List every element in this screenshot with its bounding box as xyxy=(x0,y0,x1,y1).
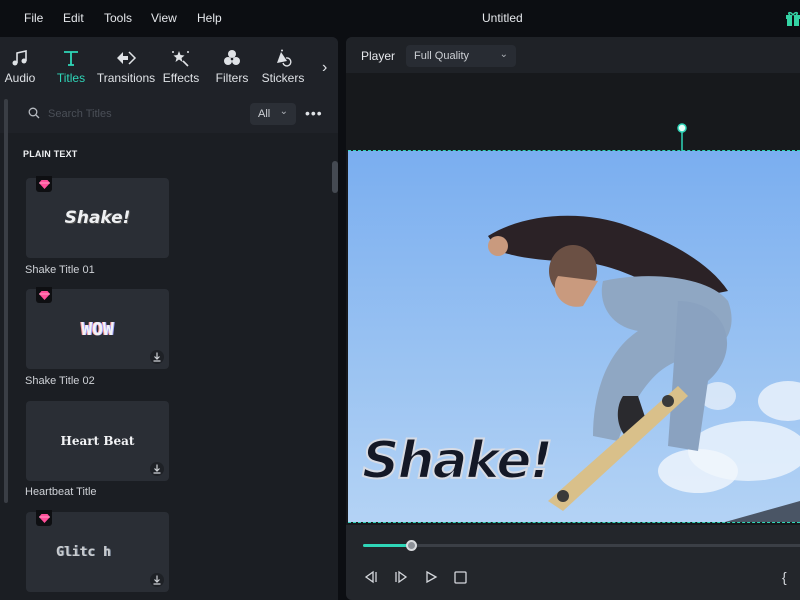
menu-edit[interactable]: Edit xyxy=(63,11,84,25)
stop-icon[interactable] xyxy=(452,569,468,585)
title-preview: Shake! xyxy=(26,178,169,258)
app-title: Untitled xyxy=(482,11,523,25)
download-icon[interactable] xyxy=(150,573,164,587)
tab-audio-label: Audio xyxy=(4,71,36,85)
quality-dropdown[interactable]: Full Quality ⌄ xyxy=(406,45,516,67)
title-card-shake-02[interactable]: WOW xyxy=(26,287,169,369)
text-t-icon xyxy=(62,47,80,69)
search-row: All ⌄ ••• xyxy=(0,95,338,133)
title-preview: WOW xyxy=(26,289,169,369)
tab-stickers-label: Stickers xyxy=(261,71,305,85)
transition-arrows-icon xyxy=(115,47,137,69)
progress-fill xyxy=(363,544,412,547)
more-options-icon[interactable]: ••• xyxy=(305,105,323,121)
preview-viewer: Shake! xyxy=(346,73,800,525)
tab-effects[interactable]: Effects xyxy=(162,37,200,95)
quality-selected: Full Quality xyxy=(414,50,470,62)
tab-filters[interactable]: Filters xyxy=(214,37,250,95)
tab-filters-label: Filters xyxy=(215,71,249,85)
media-library-panel: Audio Titles Transitions Effects Filters xyxy=(0,37,338,600)
title-card-label: Shake Title 02 xyxy=(25,375,95,387)
section-title: PLAIN TEXT xyxy=(23,149,78,159)
menu-file[interactable]: File xyxy=(24,11,43,25)
mark-in-icon[interactable]: { xyxy=(782,569,787,585)
download-icon[interactable] xyxy=(150,350,164,364)
panel-scrollbar[interactable] xyxy=(4,99,8,503)
preview-text: Heart Beat xyxy=(60,434,135,448)
title-preview: Heart Beat xyxy=(26,401,169,481)
library-tabs: Audio Titles Transitions Effects Filters xyxy=(0,37,338,95)
preview-text: WOW xyxy=(81,318,114,340)
title-card-glitch[interactable]: Glitc h xyxy=(26,510,169,592)
tab-titles[interactable]: Titles xyxy=(52,37,90,95)
next-frame-icon[interactable] xyxy=(393,569,409,585)
more-tabs-chevron-icon[interactable]: › xyxy=(322,59,327,77)
title-card-shake-01[interactable]: Shake! xyxy=(26,176,169,258)
rotation-handle[interactable] xyxy=(677,123,687,151)
playback-controls: { xyxy=(346,525,800,600)
tab-titles-label: Titles xyxy=(56,71,86,85)
sticker-icon xyxy=(273,47,293,69)
tab-audio[interactable]: Audio xyxy=(2,37,38,95)
menu-bar: File Edit Tools View Help Untitled xyxy=(0,0,800,36)
title-overlay[interactable]: Shake! xyxy=(361,430,554,492)
list-scrollbar[interactable] xyxy=(332,161,338,193)
chevron-down-icon: ⌄ xyxy=(279,106,288,117)
tab-transitions[interactable]: Transitions xyxy=(96,37,156,95)
filter-circles-icon xyxy=(223,47,241,69)
search-input[interactable] xyxy=(48,105,238,123)
search-icon xyxy=(28,107,40,119)
filter-dropdown[interactable]: All ⌄ xyxy=(250,103,296,125)
overlay-text: Shake! xyxy=(361,430,554,492)
timeline-scrubber[interactable] xyxy=(363,540,800,551)
chevron-down-icon: ⌄ xyxy=(499,49,508,60)
preview-text: Glitc h xyxy=(56,544,111,560)
tab-transitions-label: Transitions xyxy=(96,71,156,85)
music-note-icon xyxy=(11,47,29,69)
menu-help[interactable]: Help xyxy=(197,11,222,25)
title-preview: Glitc h xyxy=(26,512,169,592)
tab-stickers[interactable]: Stickers xyxy=(262,37,304,95)
title-card-heartbeat[interactable]: Heart Beat xyxy=(26,401,169,481)
gift-icon[interactable] xyxy=(785,10,800,26)
title-card-label: Heartbeat Title xyxy=(25,486,97,498)
player-panel: Player Full Quality ⌄ Shake! { xyxy=(346,37,800,600)
tab-effects-label: Effects xyxy=(162,71,200,85)
title-card-label: Shake Title 01 xyxy=(25,264,95,276)
play-icon[interactable] xyxy=(423,569,439,585)
preview-text: Shake! xyxy=(64,208,131,228)
menu-view[interactable]: View xyxy=(151,11,177,25)
prev-frame-icon[interactable] xyxy=(363,569,379,585)
menu-tools[interactable]: Tools xyxy=(104,11,132,25)
magic-wand-icon xyxy=(171,47,191,69)
player-header: Player Full Quality ⌄ xyxy=(346,37,800,73)
scrubber-thumb[interactable] xyxy=(406,540,418,551)
download-icon[interactable] xyxy=(150,462,164,476)
filter-selected: All xyxy=(258,108,271,120)
player-label: Player xyxy=(361,49,396,63)
video-frame[interactable]: Shake! xyxy=(348,150,800,523)
